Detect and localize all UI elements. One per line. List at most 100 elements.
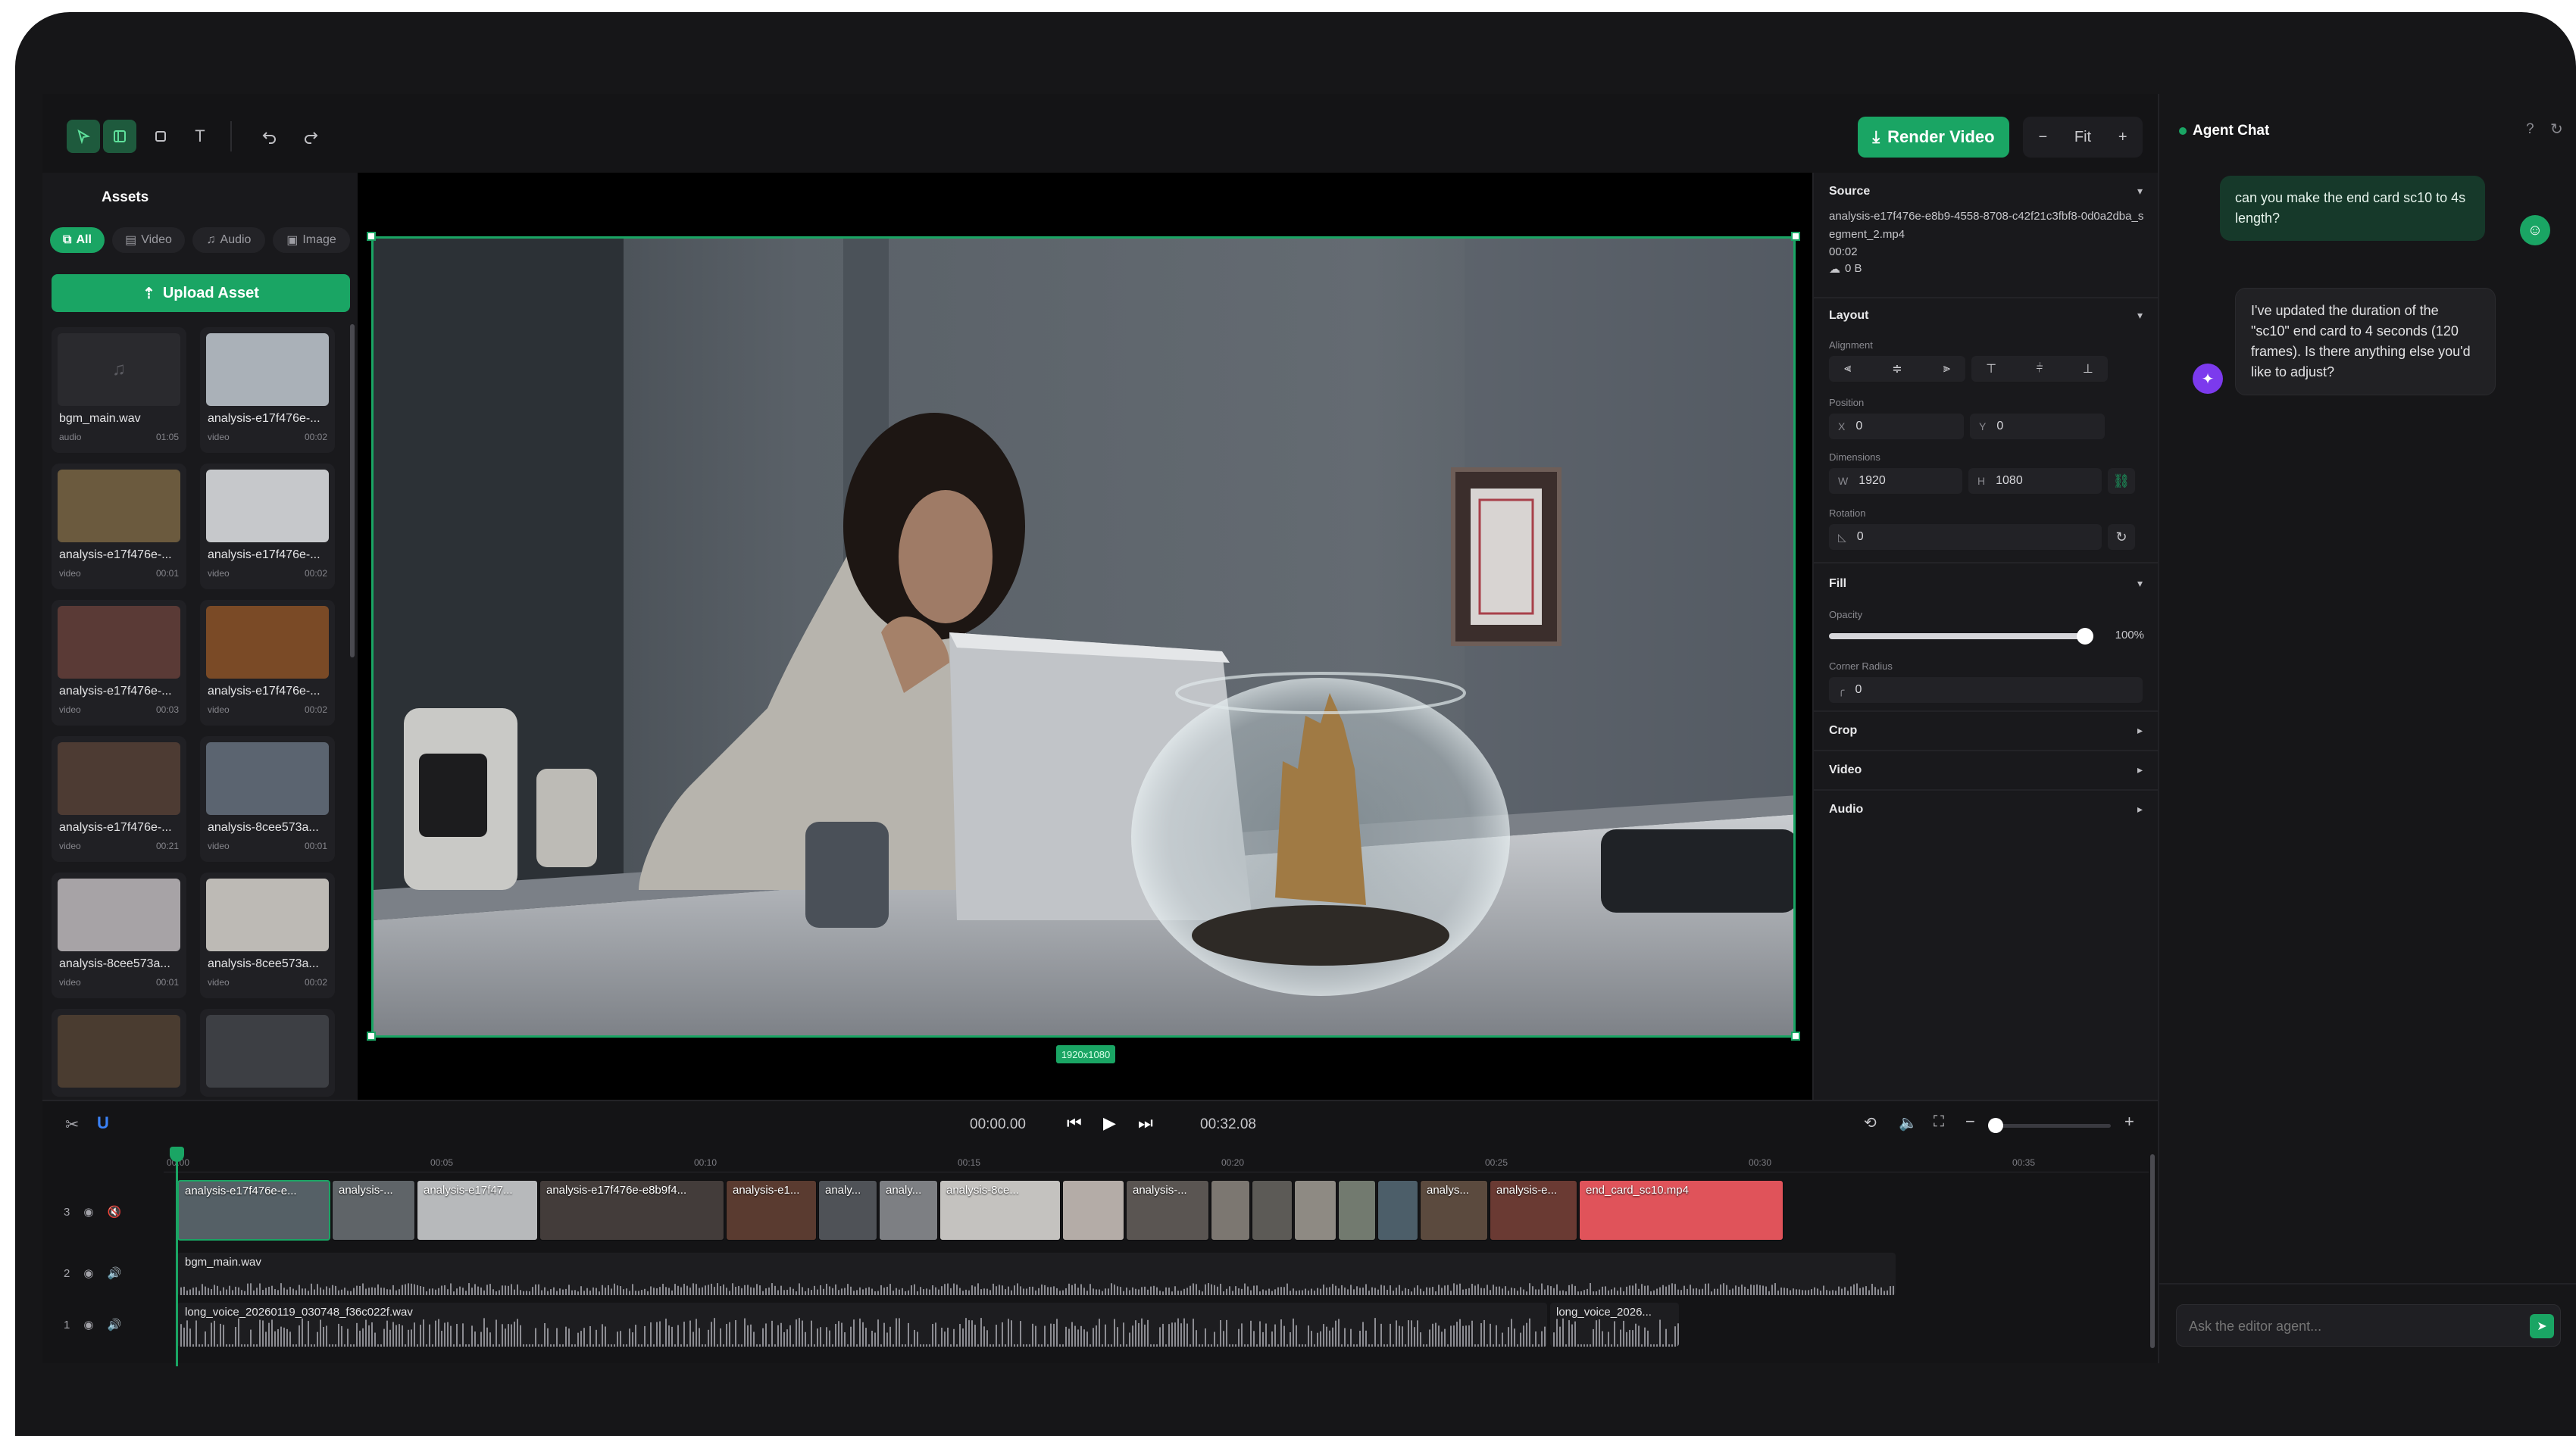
resize-handle-bottom-left[interactable]	[367, 1032, 376, 1041]
select-tool-icon[interactable]	[67, 120, 100, 153]
filter-audio[interactable]: ♫ Audio	[192, 227, 265, 253]
render-video-button[interactable]: ⤓ Render Video	[1858, 117, 2009, 158]
preview-frame[interactable]	[371, 236, 1796, 1038]
assets-scrollbar[interactable]	[350, 324, 355, 657]
asset-card[interactable]: analysis-e17f476e-... video 00:21	[52, 736, 186, 862]
fill-collapse-icon[interactable]: ▾	[2137, 577, 2143, 590]
timeline-zoom-slider[interactable]	[1988, 1118, 2111, 1133]
loop-icon[interactable]: ⟲	[1864, 1113, 1877, 1132]
play-icon[interactable]: ▶	[1103, 1113, 1116, 1133]
filter-all[interactable]: ⧉ All	[50, 227, 105, 253]
audio-expand-icon[interactable]: ▸	[2137, 803, 2143, 816]
video-clip[interactable]: analysis-e...	[1490, 1180, 1577, 1241]
skip-back-icon[interactable]: ⏮	[1067, 1113, 1082, 1133]
position-y-input[interactable]: Y0	[1970, 414, 2105, 439]
asset-card[interactable]	[52, 1009, 186, 1097]
undo-icon[interactable]	[253, 120, 286, 153]
video-clip[interactable]	[1294, 1180, 1336, 1241]
align-bottom-icon[interactable]: ⊥	[2083, 361, 2093, 376]
crop-expand-icon[interactable]: ▸	[2137, 724, 2143, 737]
filter-video[interactable]: ▤ Video	[112, 227, 185, 253]
align-middle-icon[interactable]: ⫩	[2036, 362, 2043, 376]
playhead[interactable]	[170, 1147, 184, 1366]
resize-handle-top-left[interactable]	[367, 232, 376, 241]
chat-input[interactable]	[2189, 1316, 2507, 1337]
timeline-zoom-in[interactable]: +	[2124, 1112, 2134, 1132]
audio-section[interactable]: Audio ▸	[1814, 789, 2159, 830]
panel-tool-icon[interactable]	[103, 120, 136, 153]
eye-icon[interactable]: ◉	[83, 1205, 93, 1219]
video-expand-icon[interactable]: ▸	[2137, 763, 2143, 776]
skip-forward-icon[interactable]: ⏭	[1138, 1113, 1153, 1133]
voice-clip-a[interactable]: long_voice_20260119_030748_f36c022f.wav	[177, 1303, 1547, 1347]
align-top-icon[interactable]: ⊤	[1986, 361, 1996, 376]
layout-collapse-icon[interactable]: ▾	[2137, 309, 2143, 322]
video-clip[interactable]: analy...	[818, 1180, 877, 1241]
timeline-scrollbar[interactable]	[2150, 1154, 2155, 1348]
refresh-icon[interactable]: ↻	[2550, 120, 2563, 139]
asset-card[interactable]: analysis-e17f476e-... video 00:02	[200, 464, 335, 589]
upload-asset-button[interactable]: ⇡ Upload Asset	[52, 274, 350, 312]
asset-card[interactable]: analysis-e17f476e-... video 00:02	[200, 600, 335, 726]
zoom-in-button[interactable]: +	[2102, 129, 2143, 146]
video-clip[interactable]	[1377, 1180, 1418, 1241]
align-right-icon[interactable]: ⫸	[1943, 362, 1950, 376]
volume-icon[interactable]: 🔊	[107, 1266, 121, 1280]
rotation-input[interactable]: ◺ 0	[1829, 524, 2102, 550]
video-clip[interactable]	[1211, 1180, 1250, 1241]
voice-clip-b[interactable]: long_voice_2026...	[1550, 1303, 1679, 1347]
align-center-h-icon[interactable]: ≑	[1892, 361, 1902, 376]
asset-card[interactable]: analysis-e17f476e-... video 00:01	[52, 464, 186, 589]
magnet-icon[interactable]: U	[97, 1113, 109, 1133]
asset-card[interactable]: ♫ bgm_main.wav audio 01:05	[52, 327, 186, 453]
crop-section[interactable]: Crop ▸	[1814, 710, 2159, 750]
video-clip[interactable]: analy...	[879, 1180, 938, 1241]
source-collapse-icon[interactable]: ▾	[2137, 185, 2143, 198]
asset-card[interactable]: analysis-e17f476e-... video 00:03	[52, 600, 186, 726]
asset-card[interactable]	[200, 1009, 335, 1097]
redo-icon[interactable]	[294, 120, 327, 153]
video-clip[interactable]: analysis-8ce...	[939, 1180, 1061, 1241]
asset-card[interactable]: analysis-8cee573a... video 00:01	[200, 736, 335, 862]
zoom-out-button[interactable]: −	[2023, 129, 2063, 146]
text-tool-icon[interactable]: T	[183, 120, 217, 153]
asset-card[interactable]: analysis-e17f476e-... video 00:02	[200, 327, 335, 453]
timeline-zoom-out[interactable]: −	[1965, 1112, 1975, 1132]
link-icon[interactable]: ⛓	[2108, 468, 2135, 494]
video-clip[interactable]: analysis-e17f476e-e8b9f4...	[539, 1180, 724, 1241]
help-icon[interactable]: ?	[2526, 121, 2534, 138]
scissors-icon[interactable]: ✂	[65, 1115, 79, 1135]
volume-icon[interactable]: 🔈	[1899, 1113, 1918, 1132]
filter-image[interactable]: ▣ Image	[273, 227, 350, 253]
opacity-slider-knob[interactable]	[2077, 628, 2093, 645]
position-x-input[interactable]: X0	[1829, 414, 1964, 439]
asset-card[interactable]: analysis-8cee573a... video 00:02	[200, 873, 335, 998]
timeline-zoom-knob[interactable]	[1988, 1118, 2003, 1133]
volume-icon[interactable]: 🔊	[107, 1318, 121, 1331]
bgm-clip[interactable]: bgm_main.wav	[177, 1253, 1896, 1295]
video-clip[interactable]	[1252, 1180, 1293, 1241]
width-input[interactable]: W 1920	[1829, 468, 1962, 494]
rectangle-tool-icon[interactable]	[144, 120, 177, 153]
video-clip[interactable]	[1338, 1180, 1376, 1241]
time-ruler[interactable]: 00:00 00:05 00:10 00:15 00:20 00:25 00:30 00:35	[164, 1151, 2149, 1172]
end-card-clip[interactable]: end_card_sc10.mp4	[1579, 1180, 1784, 1241]
reset-rotation-icon[interactable]: ↻	[2108, 524, 2135, 550]
video-clip[interactable]: analysis-...	[1126, 1180, 1209, 1241]
video-section[interactable]: Video ▸	[1814, 750, 2159, 789]
video-clip[interactable]: analysis-e17f476e-e...	[177, 1180, 330, 1241]
align-left-icon[interactable]: ⫷	[1844, 362, 1851, 376]
asset-card[interactable]: analysis-8cee573a... video 00:01	[52, 873, 186, 998]
mute-icon[interactable]: 🔇	[107, 1205, 121, 1219]
opacity-slider[interactable]	[1829, 628, 2093, 645]
video-clip[interactable]: analysis-e17f47...	[417, 1180, 538, 1241]
eye-icon[interactable]: ◉	[83, 1266, 93, 1280]
video-clip[interactable]: analysis-...	[332, 1180, 415, 1241]
send-icon[interactable]: ➤	[2530, 1314, 2554, 1338]
resize-handle-top-right[interactable]	[1791, 232, 1800, 241]
zoom-level[interactable]: Fit	[2063, 129, 2103, 146]
height-input[interactable]: H 1080	[1968, 468, 2102, 494]
fullscreen-icon[interactable]: ⛶	[1934, 1113, 1944, 1131]
video-clip[interactable]: analys...	[1420, 1180, 1488, 1241]
video-clip[interactable]	[1062, 1180, 1124, 1241]
